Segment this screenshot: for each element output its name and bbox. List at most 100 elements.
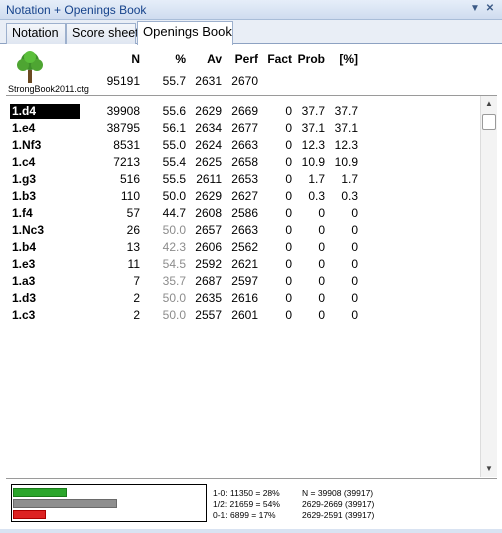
total-perf: 2670: [231, 74, 258, 88]
cell-perf: 2669: [231, 104, 258, 118]
cell-pct: 35.7: [162, 274, 186, 288]
n-stat: N = 39908 (39917): [302, 488, 374, 498]
cell-weight: 0: [351, 206, 358, 220]
cell-pct: 56.1: [162, 121, 186, 135]
col-header-perf[interactable]: Perf: [226, 52, 258, 66]
cell-weight: 0: [351, 223, 358, 237]
tab-score-sheet[interactable]: Score sheet: [66, 23, 139, 44]
cell-n: 11: [127, 257, 140, 271]
cell-n: 13: [126, 240, 140, 254]
move-label: 1.f4: [12, 206, 33, 220]
cell-fact: 0: [285, 138, 292, 152]
tree-icon: [17, 51, 43, 83]
move-label: 1.e3: [12, 257, 36, 271]
cell-av: 2606: [195, 240, 222, 254]
move-label: 1.b4: [12, 240, 37, 254]
cell-av: 2592: [195, 257, 222, 271]
col-header-pct[interactable]: %: [156, 52, 186, 66]
cell-n: 39908: [106, 104, 140, 118]
loss-bar: [13, 510, 46, 519]
table-row[interactable]: 1.c3 2 50.0 2557 2601 0 0 0: [6, 307, 480, 324]
table-row[interactable]: 1.c4 7213 55.4 2625 2658 0 10.9 10.9: [6, 154, 480, 171]
cell-pct: 44.7: [162, 206, 186, 220]
table-row[interactable]: 1.d3 2 50.0 2635 2616 0 0 0: [6, 290, 480, 307]
cell-n: 516: [119, 172, 140, 186]
cell-pct: 55.0: [162, 138, 186, 152]
cell-av: 2625: [195, 155, 222, 169]
cell-weight: 0: [351, 308, 358, 322]
table-row[interactable]: 1.Nc3 26 50.0 2657 2663 0 0 0: [6, 222, 480, 239]
cell-n: 57: [126, 206, 140, 220]
col-header-weight[interactable]: [%]: [328, 52, 358, 66]
cell-prob: 0: [318, 206, 325, 220]
table-row[interactable]: 1.Nf3 8531 55.0 2624 2663 0 12.3 12.3: [6, 137, 480, 154]
cell-n: 7213: [113, 155, 140, 169]
cell-fact: 0: [285, 206, 292, 220]
cell-n: 38795: [106, 121, 140, 135]
cell-n: 2: [133, 308, 140, 322]
cell-prob: 1.7: [308, 172, 325, 186]
cell-prob: 0: [318, 240, 325, 254]
cell-fact: 0: [285, 223, 292, 237]
cell-n: 110: [120, 189, 140, 203]
panel-bottom-border: [0, 529, 502, 533]
book-filename: StrongBook2011.ctg: [8, 84, 89, 94]
cell-pct: 50.0: [162, 291, 186, 305]
cell-perf: 2586: [231, 206, 258, 220]
cell-perf: 2663: [231, 223, 258, 237]
cell-weight: 37.7: [334, 104, 358, 118]
cell-pct: 55.6: [162, 104, 186, 118]
cell-weight: 1.7: [341, 172, 358, 186]
tab-notation[interactable]: Notation: [6, 23, 66, 44]
table-row[interactable]: 1.e3 11 54.5 2592 2621 0 0 0: [6, 256, 480, 273]
cell-fact: 0: [285, 189, 292, 203]
table-row[interactable]: 1.g3 516 55.5 2611 2653 0 1.7 1.7: [6, 171, 480, 188]
table-row[interactable]: 1.f4 57 44.7 2608 2586 0 0 0: [6, 205, 480, 222]
cell-prob: 0: [318, 223, 325, 237]
move-label: 1.d4: [10, 104, 80, 119]
draw-stat: 1/2: 21659 = 54%: [213, 499, 280, 509]
move-list: 1.d4 39908 55.6 2629 2669 0 37.7 37.7 1.e4 38795 5…: [6, 96, 480, 476]
col-header-prob[interactable]: Prob: [294, 52, 325, 66]
range1-stat: 2629-2669 (39917): [302, 499, 375, 509]
cell-perf: 2601: [231, 308, 258, 322]
cell-weight: 10.9: [334, 155, 358, 169]
cell-pct: 50.0: [162, 308, 186, 322]
cell-weight: 0.3: [341, 189, 358, 203]
result-bars: [11, 484, 207, 522]
scroll-thumb[interactable]: [482, 114, 496, 130]
cell-n: 2: [133, 291, 140, 305]
table-row[interactable]: 1.a3 7 35.7 2687 2597 0 0 0: [6, 273, 480, 290]
move-label: 1.g3: [12, 172, 37, 186]
table-row[interactable]: 1.b4 13 42.3 2606 2562 0 0 0: [6, 239, 480, 256]
cell-fact: 0: [285, 308, 292, 322]
cell-n: 8531: [113, 138, 140, 152]
table-row[interactable]: 1.d4 39908 55.6 2629 2669 0 37.7 37.7: [6, 103, 480, 120]
cell-weight: 0: [351, 274, 358, 288]
move-label: 1.Nf3: [12, 138, 42, 152]
loss-stat: 0-1: 6899 = 17%: [213, 510, 276, 520]
scroll-down-icon[interactable]: ▼: [481, 461, 497, 477]
pin-down-icon[interactable]: ▼: [468, 2, 482, 16]
col-header-av[interactable]: Av: [192, 52, 222, 66]
move-label: 1.b3: [12, 189, 37, 203]
cell-prob: 12.3: [301, 138, 325, 152]
col-header-fact[interactable]: Fact: [262, 52, 292, 66]
cell-fact: 0: [285, 240, 292, 254]
cell-prob: 0: [318, 274, 325, 288]
cell-av: 2557: [195, 308, 222, 322]
close-icon[interactable]: ✕: [483, 2, 497, 16]
move-label: 1.c4: [12, 155, 36, 169]
table-row[interactable]: 1.b3 110 50.0 2629 2627 0 0.3 0.3: [6, 188, 480, 205]
vertical-scrollbar[interactable]: ▲ ▼: [480, 96, 497, 477]
cell-av: 2624: [195, 138, 222, 152]
draw-bar: [13, 499, 117, 508]
cell-n: 7: [133, 274, 140, 288]
tab-openings-book[interactable]: Openings Book: [137, 21, 233, 45]
table-row[interactable]: 1.e4 38795 56.1 2634 2677 0 37.1 37.1: [6, 120, 480, 137]
cell-av: 2635: [195, 291, 222, 305]
cell-weight: 0: [351, 257, 358, 271]
cell-n: 26: [126, 223, 140, 237]
col-header-n[interactable]: N: [106, 52, 140, 66]
scroll-up-icon[interactable]: ▲: [481, 96, 497, 112]
